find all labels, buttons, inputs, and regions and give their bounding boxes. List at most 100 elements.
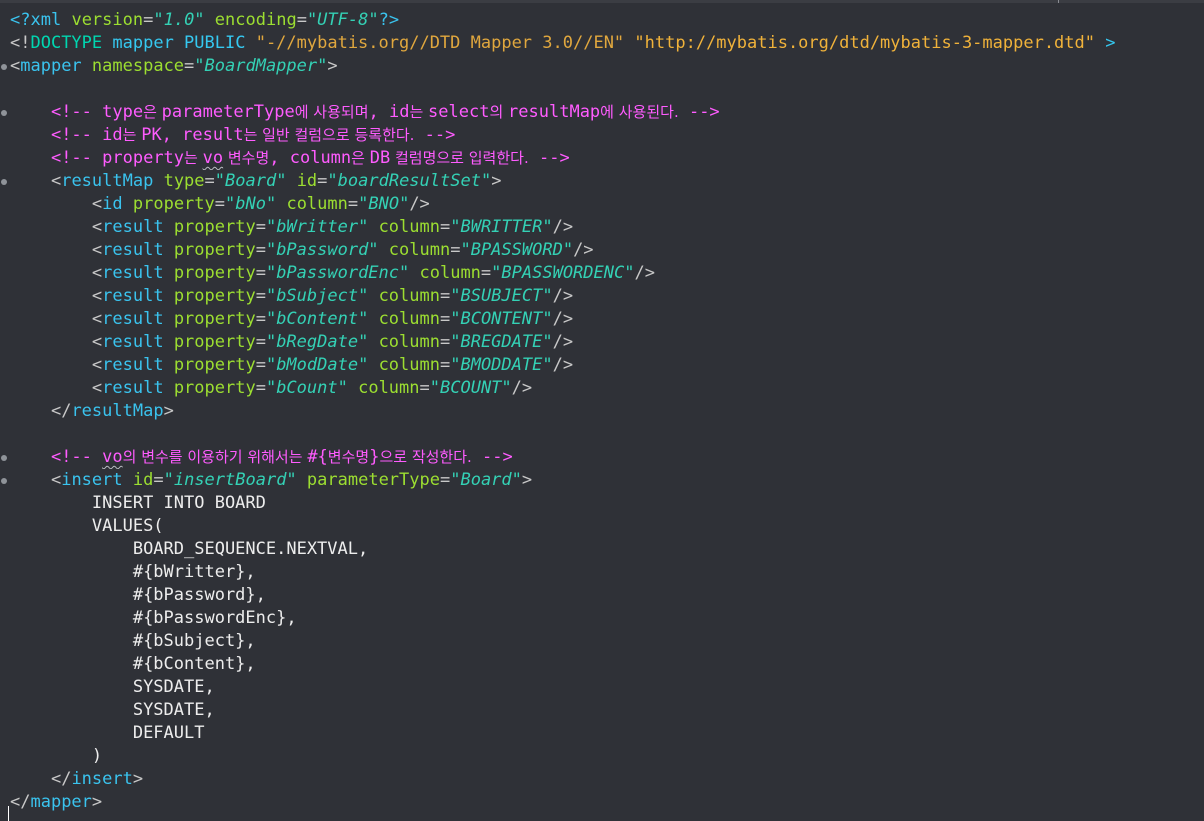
- tag-name: id: [102, 194, 123, 214]
- comment-text: 는 일반 컬럼으로 등록한다.: [243, 126, 415, 144]
- comment-text: 의: [489, 103, 509, 121]
- attr-name: type: [163, 171, 205, 191]
- attr-value: "BMODDATE": [450, 355, 553, 375]
- attr-name: parameterType: [306, 470, 440, 490]
- attr-name: encoding: [214, 10, 297, 30]
- code-line-result: <result property="bWritter" column="BWRI…: [91, 217, 574, 237]
- attr-value: "bRegDate": [265, 332, 369, 352]
- attr-name: column: [358, 378, 420, 398]
- code-line-comment: <!-- id는 PK, result는 일반 컬럼으로 등록한다. -->: [50, 125, 456, 145]
- sql-text: #{bPassword},: [132, 585, 266, 605]
- sql-text: SYSDATE,: [132, 677, 215, 697]
- attr-value: "BWRITTER": [450, 217, 553, 237]
- code-editor[interactable]: <?xml version="1.0" encoding="UTF-8"?> <…: [0, 0, 1204, 821]
- code-line-mapper-open: <mapper namespace="BoardMapper">: [10, 56, 338, 76]
- tag-name: insert: [61, 470, 123, 490]
- doctype-root: mapper PUBLIC: [112, 33, 246, 53]
- comment-text: #{: [307, 447, 328, 467]
- attr-name: version: [71, 10, 144, 30]
- attr-value: "bSubject": [265, 286, 369, 306]
- code-line-sql: #{bPassword},: [10, 584, 1200, 607]
- xml-decl-tag: xml: [30, 10, 62, 30]
- code-line-result: <result property="bPasswordEnc" column="…: [91, 263, 655, 283]
- comment-text: 는: [409, 103, 429, 121]
- tag-name: resultMap: [71, 401, 164, 421]
- comment-text: 는: [184, 149, 203, 167]
- tag-name: result: [102, 332, 164, 352]
- doctype-system-id: "http://mybatis.org/dtd/mybatis-3-mapper…: [634, 33, 1095, 53]
- fold-marker-icon[interactable]: [1, 64, 7, 70]
- sql-text: #{bPasswordEnc},: [132, 608, 297, 628]
- comment-text: select: [428, 102, 490, 122]
- code-line-sql: ): [10, 745, 1200, 768]
- comment-text: 는: [122, 126, 142, 144]
- fold-marker-icon[interactable]: [1, 110, 7, 116]
- code-line-id: <id property="bNo" column="BNO"/>: [91, 194, 430, 214]
- tag-name: result: [102, 217, 164, 237]
- fold-marker-icon[interactable]: [1, 179, 7, 185]
- attr-value: "bContent": [265, 309, 369, 329]
- attr-name: column: [419, 263, 481, 283]
- attr-name: property: [173, 263, 256, 283]
- tab-separator: [1058, 0, 1059, 3]
- attr-name: id: [296, 171, 318, 191]
- code-line-result: <result property="bCount" column="BCOUNT…: [91, 378, 533, 398]
- code-line-result: <result property="bRegDate" column="BREG…: [91, 332, 574, 352]
- tag-name: mapper: [20, 56, 82, 76]
- code-line-sql: BOARD_SEQUENCE.NEXTVAL,: [10, 538, 1200, 561]
- editor-gutter[interactable]: [0, 0, 9, 821]
- doctype-open: <!: [10, 33, 31, 53]
- comment-text: 변수명: [327, 448, 370, 466]
- xml-decl-open: <?: [10, 10, 31, 30]
- tag-name: mapper: [30, 792, 92, 812]
- comment-text: 은: [351, 149, 370, 167]
- attr-name: id: [132, 470, 154, 490]
- attr-value: "BCONTENT": [450, 309, 553, 329]
- comment-text: resultMap: [508, 102, 601, 122]
- sql-text: VALUES(: [91, 516, 164, 536]
- tag-name: result: [102, 378, 164, 398]
- attr-value: "Board": [450, 470, 522, 490]
- code-line-sql: #{bContent},: [10, 653, 1200, 676]
- attr-value: "BPASSWORD": [460, 240, 574, 260]
- text-cursor: [8, 806, 9, 821]
- fold-marker-icon[interactable]: [1, 478, 7, 484]
- tag-name: result: [102, 355, 164, 375]
- code-line-xml-declaration: <?xml version="1.0" encoding="UTF-8"?>: [10, 10, 400, 30]
- code-line-sql: SYSDATE,: [10, 676, 1200, 699]
- attr-name: column: [378, 217, 440, 237]
- code-line-doctype: <!DOCTYPE mapper PUBLIC "-//mybatis.org/…: [10, 32, 1200, 55]
- sql-text: #{bWritter},: [132, 562, 256, 582]
- comment-text: PK, result: [141, 125, 244, 145]
- comment-text: property: [102, 148, 185, 168]
- attr-value: "bWritter": [265, 217, 369, 237]
- code-area[interactable]: <?xml version="1.0" encoding="UTF-8"?> <…: [10, 9, 1200, 814]
- attr-name: column: [378, 286, 440, 306]
- code-line-insert-close: </insert>: [50, 769, 144, 789]
- sql-text: ): [91, 746, 103, 766]
- attr-value: "bPasswordEnc": [265, 263, 410, 283]
- code-line-sql: VALUES(: [10, 515, 1200, 538]
- comment-text: 의 변수를 이용하기 위해서는: [122, 448, 308, 466]
- comment-text-spellcheck: vo: [202, 148, 224, 168]
- attr-value: "bPassword": [265, 240, 379, 260]
- attr-name: property: [173, 240, 256, 260]
- editor-top-border: [0, 0, 1204, 3]
- attr-value: "bCount": [265, 378, 348, 398]
- sql-text: SYSDATE,: [132, 700, 215, 720]
- tag-name: resultMap: [61, 171, 154, 191]
- code-line-resultmap-close: </resultMap>: [50, 401, 174, 421]
- code-line-resultmap-open: <resultMap type="Board" id="boardResultS…: [50, 171, 502, 191]
- comment-text: , column: [269, 148, 352, 168]
- tag-name: result: [102, 263, 164, 283]
- comment-text: 에 사용되며: [294, 103, 369, 121]
- comment-text: id: [102, 125, 123, 145]
- sql-text: #{bSubject},: [132, 631, 256, 651]
- attr-name: column: [378, 355, 440, 375]
- attr-value: "Board": [214, 171, 287, 191]
- fold-marker-icon[interactable]: [1, 455, 7, 461]
- attr-value: "UTF-8": [306, 10, 379, 30]
- tag-name: result: [102, 309, 164, 329]
- attr-name: property: [173, 217, 256, 237]
